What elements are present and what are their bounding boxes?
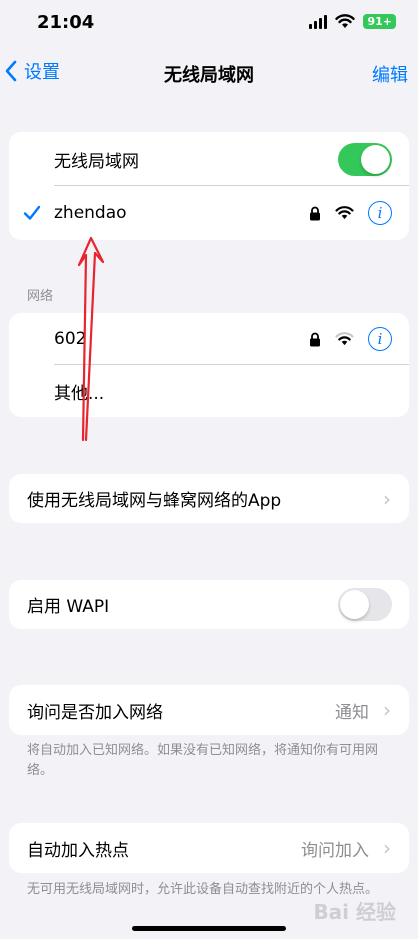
chevron-right-icon: ›	[383, 698, 391, 722]
status-bar: 21:04 91+	[0, 0, 418, 48]
wapi-label: 启用 WAPI	[27, 597, 110, 617]
page-title: 无线局域网	[164, 65, 254, 86]
wapi-toggle[interactable]	[338, 588, 392, 621]
wapi-group: 启用 WAPI	[9, 580, 409, 629]
ask-join-label: 询问是否加入网络	[27, 702, 163, 723]
wifi-strength-icon	[335, 206, 354, 220]
connected-network-name: zhendao	[54, 203, 127, 223]
chevron-right-icon: ›	[383, 836, 391, 860]
wlan-group: 无线局域网 zhendao i	[9, 132, 409, 240]
lock-icon	[310, 332, 320, 346]
networks-header: 网络	[27, 289, 54, 304]
ask-join-value: 通知	[335, 702, 369, 723]
wifi-status-icon	[335, 14, 356, 28]
wlan-toggle-label: 无线局域网	[54, 151, 139, 172]
info-icon[interactable]: i	[368, 201, 392, 225]
apps-using-wlan-label: 使用无线局域网与蜂窝网络的App	[27, 491, 282, 511]
apps-using-wlan-row[interactable]: 使用无线局域网与蜂窝网络的App ›	[9, 474, 409, 523]
status-icons: 91+	[309, 14, 396, 29]
status-time: 21:04	[37, 12, 95, 33]
navigation-bar: 设置 无线局域网 编辑	[0, 52, 418, 92]
network-row[interactable]: 602 i	[9, 313, 409, 365]
info-icon[interactable]: i	[368, 327, 392, 351]
wlan-toggle[interactable]	[338, 142, 392, 176]
auto-hotspot-row[interactable]: 自动加入热点 询问加入 ›	[9, 823, 409, 873]
networks-group: 602 i 其他...	[9, 313, 409, 417]
checkmark-icon	[23, 205, 41, 220]
cellular-signal-icon	[309, 14, 328, 29]
auto-hotspot-label: 自动加入热点	[27, 840, 129, 861]
wifi-strength-icon	[335, 332, 354, 346]
other-network-row[interactable]: 其他...	[9, 365, 409, 417]
network-name: 602	[54, 329, 87, 349]
ask-join-row[interactable]: 询问是否加入网络 通知 ›	[9, 685, 409, 735]
wapi-row: 启用 WAPI	[9, 580, 409, 629]
home-indicator[interactable]	[132, 926, 286, 931]
wlan-toggle-row: 无线局域网	[9, 132, 409, 186]
auto-hotspot-group: 自动加入热点 询问加入 ›	[9, 823, 409, 873]
chevron-right-icon: ›	[383, 486, 391, 511]
apps-group: 使用无线局域网与蜂窝网络的App ›	[9, 474, 409, 523]
ask-join-group: 询问是否加入网络 通知 ›	[9, 685, 409, 735]
connected-network-row[interactable]: zhendao i	[9, 186, 409, 240]
watermark: Bai 经验	[313, 900, 396, 924]
battery-icon: 91+	[363, 14, 396, 29]
lock-icon	[310, 206, 320, 220]
edit-button[interactable]: 编辑	[372, 61, 408, 87]
auto-hotspot-value: 询问加入	[301, 840, 369, 861]
ask-join-footer: 将自动加入已知网络。如果没有已知网络，将通知你有可用网络。	[27, 743, 379, 778]
other-network-label: 其他...	[54, 383, 105, 404]
